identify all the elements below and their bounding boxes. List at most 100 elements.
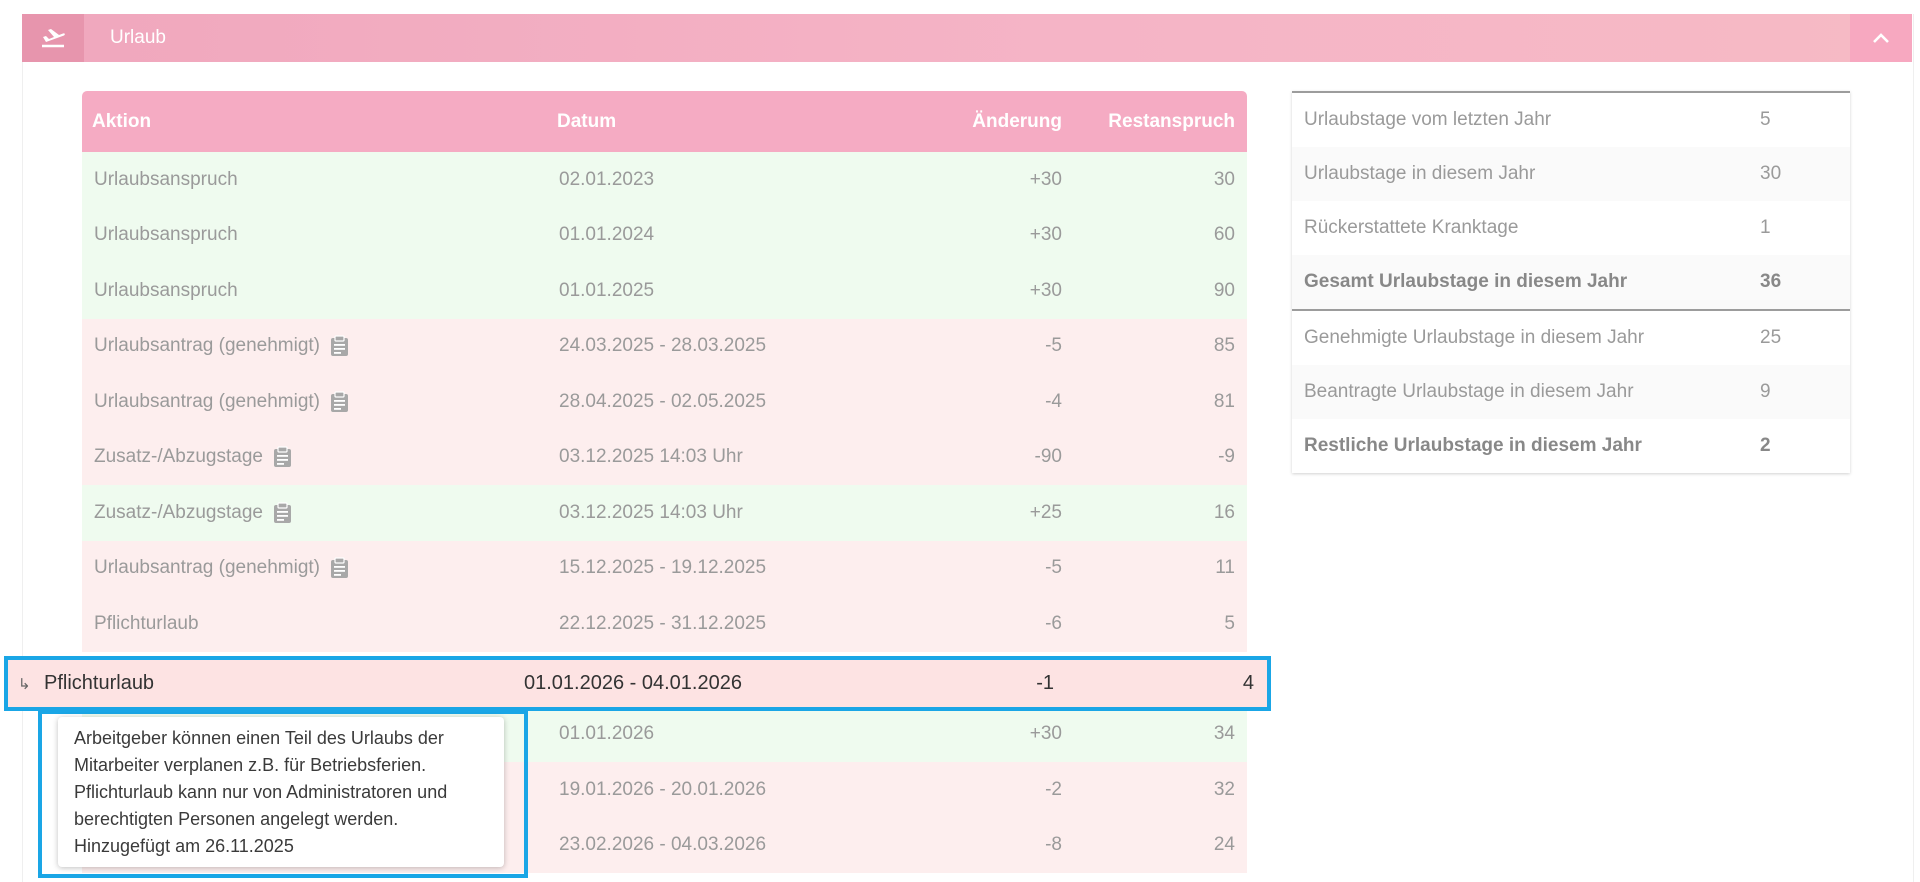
summary-value: 2: [1760, 435, 1771, 456]
summary-label: Genehmigte Urlaubstage in diesem Jahr: [1304, 327, 1645, 348]
clipboard-icon[interactable]: [273, 446, 292, 468]
clipboard-icon[interactable]: [330, 557, 349, 579]
table-row[interactable]: Urlaubsanspruch 01.01.2025 +30 90: [82, 263, 1247, 319]
column-header-datum[interactable]: Datum: [547, 111, 887, 133]
summary-value: 36: [1760, 271, 1782, 292]
vacation-summary: Urlaubstage vom letzten Jahr 5 Urlaubstage…: [1292, 91, 1850, 473]
cell-aenderung: -6: [1045, 612, 1062, 634]
aktion-label: Pflichturlaub: [94, 612, 199, 634]
tooltip-line: Pflichturlaub kann nur von Administrator…: [74, 782, 448, 802]
clipboard-icon[interactable]: [330, 391, 349, 413]
cell-aenderung: -8: [1045, 834, 1062, 856]
table-row-highlighted[interactable]: ↳ Pflichturlaub 01.01.2026 - 04.01.2026 …: [4, 656, 1271, 711]
cell-aktion: Urlaubsantrag (genehmigt): [82, 335, 547, 357]
aktion-label: Urlaubsantrag (genehmigt): [94, 390, 321, 412]
table-row[interactable]: Pflichturlaub 22.12.2025 - 31.12.2025 -6 5: [82, 596, 1247, 652]
aktion-label: Urlaubsantrag (genehmigt): [94, 335, 321, 357]
tooltip-line: Mitarbeiter verplanen z.B. für Betriebsf…: [74, 755, 427, 775]
summary-label: Urlaubstage vom letzten Jahr: [1304, 109, 1552, 130]
column-header-aenderung[interactable]: Änderung: [887, 111, 1062, 133]
summary-label: Rückerstattete Kranktage: [1304, 217, 1519, 238]
cell-aenderung: +30: [1029, 279, 1062, 301]
summary-row: Urlaubstage in diesem Jahr 30: [1292, 147, 1850, 201]
table-row[interactable]: Urlaubsantrag (genehmigt) 15.12.2025 - 19…: [82, 540, 1247, 596]
panel-header[interactable]: Urlaub: [22, 14, 1912, 62]
summary-row: Urlaubstage vom letzten Jahr 5: [1292, 93, 1850, 147]
panel-title: Urlaub: [110, 27, 166, 48]
cell-aenderung: -2: [1045, 778, 1062, 800]
summary-row: Beantragte Urlaubstage in diesem Jahr 9: [1292, 365, 1850, 419]
clipboard-icon[interactable]: [273, 502, 292, 524]
table-row[interactable]: Urlaubsanspruch 02.01.2023 +30 30: [82, 152, 1247, 208]
cell-restanspruch: 5: [1224, 612, 1235, 634]
column-header-aktion[interactable]: Aktion: [82, 111, 547, 133]
summary-label: Gesamt Urlaubstage in diesem Jahr: [1304, 271, 1628, 292]
summary-row: Gesamt Urlaubstage in diesem Jahr 36: [1292, 255, 1850, 309]
aktion-label: Zusatz-/Abzugstage: [94, 446, 263, 468]
sub-entry-arrow-icon: ↳: [18, 675, 31, 693]
cell-aenderung: -5: [1045, 335, 1062, 357]
cell-aktion: Urlaubsanspruch: [82, 224, 547, 246]
cell-restanspruch: 90: [1213, 279, 1235, 301]
column-header-restanspruch[interactable]: Restanspruch: [1062, 111, 1247, 133]
cell-aenderung: +30: [1029, 168, 1062, 190]
cell-restanspruch: -9: [1218, 446, 1235, 468]
cell-datum: 22.12.2025 - 31.12.2025: [559, 612, 767, 634]
cell-restanspruch: 30: [1213, 168, 1235, 190]
tooltip-line: berechtigten Personen angelegt werden.: [74, 809, 399, 829]
cell-datum: 02.01.2023: [559, 168, 655, 190]
cell-datum: 15.12.2025 - 19.12.2025: [559, 557, 767, 579]
tooltip-line: Arbeitgeber können einen Teil des Urlaub…: [74, 728, 444, 748]
table-row[interactable]: Urlaubsanspruch 01.01.2024 +30 60: [82, 207, 1247, 263]
summary-row: Rückerstattete Kranktage 1: [1292, 201, 1850, 255]
cell-aktion: Pflichturlaub: [82, 613, 547, 635]
cell-datum: 19.01.2026 - 20.01.2026: [559, 778, 767, 800]
chevron-up-icon: [1873, 33, 1889, 43]
summary-label: Restliche Urlaubstage in diesem Jahr: [1304, 435, 1642, 456]
aktion-label: Urlaubsanspruch: [94, 224, 238, 246]
cell-restanspruch: 81: [1213, 390, 1235, 412]
highlighted-aktion: Pflichturlaub: [44, 672, 155, 694]
cell-restanspruch: 11: [1215, 557, 1235, 579]
summary-value: 25: [1760, 327, 1782, 348]
table-row[interactable]: Zusatz-/Abzugstage 03.12.2025 14:03 Uhr +2…: [82, 485, 1247, 541]
cell-datum: 03.12.2025 14:03 Uhr: [559, 501, 743, 523]
summary-row: Restliche Urlaubstage in diesem Jahr 2: [1292, 419, 1850, 473]
cell-aenderung: -4: [1045, 390, 1062, 412]
cell-datum: 03.12.2025 14:03 Uhr: [559, 446, 743, 468]
clipboard-icon[interactable]: [330, 335, 349, 357]
table-header: Aktion Datum Änderung Restanspruch: [82, 91, 1247, 152]
aktion-label: Urlaubsanspruch: [94, 279, 238, 301]
aktion-label: Urlaubsantrag (genehmigt): [94, 557, 321, 579]
cell-aktion: Zusatz-/Abzugstage: [82, 446, 547, 468]
cell-aenderung: -90: [1034, 446, 1062, 468]
cell-aenderung: -5: [1045, 557, 1062, 579]
cell-restanspruch: 16: [1213, 501, 1235, 523]
summary-label: Urlaubstage in diesem Jahr: [1304, 163, 1536, 184]
table-row[interactable]: Zusatz-/Abzugstage 03.12.2025 14:03 Uhr -9…: [82, 429, 1247, 485]
summary-label: Beantragte Urlaubstage in diesem Jahr: [1304, 381, 1634, 402]
collapse-button[interactable]: [1850, 14, 1912, 62]
cell-datum: 01.01.2024: [559, 224, 655, 246]
cell-aktion: Urlaubsantrag (genehmigt): [82, 391, 547, 413]
cell-aktion: Urlaubsanspruch: [82, 280, 547, 302]
cell-aenderung: +30: [1029, 224, 1062, 246]
table-row[interactable]: Urlaubsantrag (genehmigt) 24.03.2025 - 28…: [82, 318, 1247, 374]
table-row[interactable]: Urlaubsantrag (genehmigt) 28.04.2025 - 02…: [82, 374, 1247, 430]
airplane-takeoff-icon: [22, 14, 84, 62]
highlighted-datum: 01.01.2026 - 04.01.2026: [524, 672, 742, 694]
cell-restanspruch: 24: [1213, 834, 1235, 856]
cell-aktion: Urlaubsanspruch: [82, 169, 547, 191]
summary-value: 1: [1760, 217, 1771, 238]
summary-value: 9: [1760, 381, 1771, 402]
cell-restanspruch: 85: [1213, 335, 1235, 357]
cell-aktion: Urlaubsantrag (genehmigt): [82, 557, 547, 579]
table-body: Urlaubsanspruch 02.01.2023 +30 30 Urlaubsans…: [82, 152, 1247, 652]
cell-aenderung: +30: [1029, 723, 1062, 745]
cell-aenderung: +25: [1029, 501, 1062, 523]
cell-restanspruch: 32: [1213, 778, 1235, 800]
cell-restanspruch: 34: [1213, 723, 1235, 745]
cell-datum: 24.03.2025 - 28.03.2025: [559, 335, 767, 357]
cell-datum: 01.01.2025: [559, 279, 655, 301]
aktion-label: Zusatz-/Abzugstage: [94, 501, 263, 523]
